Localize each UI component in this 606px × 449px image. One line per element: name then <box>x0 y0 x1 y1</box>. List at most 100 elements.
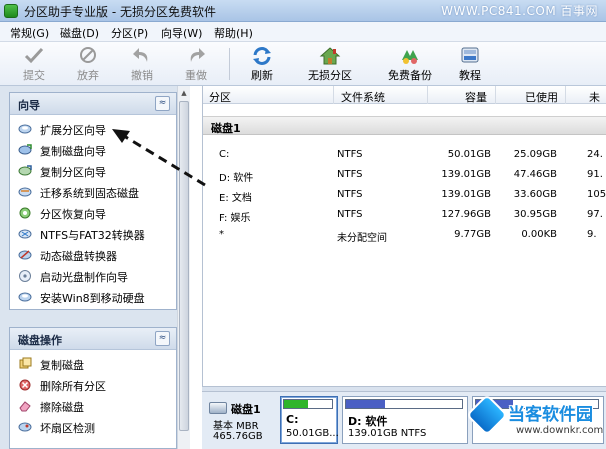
cell-filesystem: NTFS <box>337 189 363 200</box>
copy-disk-icon <box>19 357 32 369</box>
disk-ops-panel-collapse-button[interactable]: ≈ <box>155 331 170 346</box>
undo-button[interactable]: 撤销 <box>114 44 170 84</box>
partition-size: 139.01GB NTFS <box>348 428 427 439</box>
disk-op-copy-disk[interactable]: 复制磁盘 <box>10 353 176 374</box>
site-watermark: WWW.PC841.COM 百事网 <box>441 4 598 18</box>
free-backup-button[interactable]: 免费备份 <box>380 44 440 84</box>
brand-url: www.downkr.com <box>516 425 604 436</box>
partition-usage-bar <box>345 399 463 409</box>
menu-help[interactable]: 帮助(H) <box>214 25 253 41</box>
cell-free: 91. <box>587 169 603 180</box>
app-window: 分区助手专业版 - 无损分区免费软件 WWW.PC841.COM 百事网 常规(… <box>0 0 606 449</box>
menu-wizard[interactable]: 向导(W) <box>161 25 202 41</box>
table-row[interactable]: E: 文档 NTFS 139.01GB 33.60GB 105. <box>203 186 606 206</box>
wizard-item-partition-recovery[interactable]: 分区恢复向导 <box>10 202 176 223</box>
cell-used: 0.00KB <box>521 229 557 240</box>
wizard-item-label: 扩展分区向导 <box>40 124 106 137</box>
window-title: 分区助手专业版 - 无损分区免费软件 <box>24 5 216 19</box>
cell-partition: * <box>219 229 224 240</box>
discard-icon <box>80 47 96 63</box>
wizard-item-copy-disk[interactable]: 复制磁盘向导 <box>10 139 176 160</box>
cell-free: 105. <box>587 189 606 200</box>
migrate-icon <box>18 187 32 197</box>
wizard-item-label: 分区恢复向导 <box>40 208 106 221</box>
left-panel-scrollbar[interactable]: ▲ <box>177 86 190 449</box>
cell-partition: F: 娱乐 <box>219 213 251 224</box>
disk-op-label: 删除所有分区 <box>40 380 106 393</box>
cell-capacity: 9.77GB <box>454 229 491 240</box>
cell-partition: D: 软件 <box>219 173 254 184</box>
disk-group-row[interactable]: 磁盘1 <box>203 116 606 135</box>
table-row[interactable]: D: 软件 NTFS 139.01GB 47.46GB 91. <box>203 166 606 186</box>
discard-label: 放弃 <box>77 69 99 82</box>
toolbar-separator <box>229 48 230 80</box>
disk-info[interactable]: 磁盘1 基本 MBR 465.76GB <box>207 398 271 444</box>
wizard-panel-title: 向导 <box>18 99 40 112</box>
wizard-item-label: 安装Win8到移动硬盘 <box>40 292 145 305</box>
free-backup-label: 免费备份 <box>388 69 432 82</box>
col-header-partition[interactable]: 分区 <box>209 89 231 105</box>
copy-partition-icon <box>18 165 32 176</box>
table-row[interactable]: C: NTFS 50.01GB 25.09GB 24. <box>203 146 606 166</box>
brand-name: 当客软件园 <box>508 405 593 425</box>
wizard-item-copy-partition[interactable]: 复制分区向导 <box>10 160 176 181</box>
convert-icon <box>18 229 32 239</box>
partition-block-d[interactable]: D: 软件 139.01GB NTFS <box>342 396 468 444</box>
partition-block-c[interactable]: C: 50.01GB... <box>280 396 339 444</box>
partition-table: 分区 文件系统 容量 已使用 未 磁盘1 C: NTFS 50.01GB 25.… <box>202 86 606 386</box>
hard-disk-icon <box>209 402 227 414</box>
backup-icon <box>402 50 418 64</box>
disk-op-wipe-disk[interactable]: 擦除磁盘 <box>10 395 176 416</box>
cell-capacity: 139.01GB <box>441 169 491 180</box>
disk-op-label: 复制磁盘 <box>40 359 84 372</box>
scroll-up-arrow-icon[interactable]: ▲ <box>178 87 190 100</box>
wizard-item-migrate-ssd[interactable]: 迁移系统到固态磁盘 <box>10 181 176 202</box>
menu-general[interactable]: 常规(G) <box>10 25 49 41</box>
lossless-partition-button[interactable]: 无损分区 <box>300 44 360 84</box>
bad-sector-icon <box>18 422 32 432</box>
cell-partition: E: 文档 <box>219 193 252 204</box>
disk-op-delete-all[interactable]: 删除所有分区 <box>10 374 176 395</box>
redo-button[interactable]: 重做 <box>168 44 224 84</box>
scroll-thumb[interactable] <box>179 101 189 431</box>
usb-drive-icon <box>18 292 32 302</box>
partition-name: C: <box>286 413 299 426</box>
refresh-label: 刷新 <box>251 69 273 82</box>
wizard-item-extend-partition[interactable]: 扩展分区向导 <box>10 118 176 139</box>
disk-group-label: 磁盘1 <box>211 122 241 135</box>
col-header-used[interactable]: 已使用 <box>525 89 558 105</box>
col-header-filesystem[interactable]: 文件系统 <box>341 89 385 105</box>
table-header: 分区 文件系统 容量 已使用 未 <box>203 86 606 104</box>
cell-used: 25.09GB <box>513 149 557 160</box>
toolbar: 提交 放弃 撤销 重做 刷新 无损分区 免费备份 教程 <box>0 42 606 86</box>
left-sidebar: 向导 ≈ 扩展分区向导 复制磁盘向导 复制分区向导 迁移系统到固态磁盘 分区恢复… <box>0 86 184 449</box>
cell-filesystem: NTFS <box>337 169 363 180</box>
eraser-icon <box>19 401 31 412</box>
col-header-free[interactable]: 未 <box>589 89 600 105</box>
disk-op-label: 擦除磁盘 <box>40 401 84 414</box>
disk-ops-panel-title: 磁盘操作 <box>18 334 62 347</box>
table-row[interactable]: * 未分配空间 9.77GB 0.00KB 9. <box>203 226 606 246</box>
wizard-item-dynamic-disk[interactable]: 动态磁盘转换器 <box>10 244 176 265</box>
commit-label: 提交 <box>23 69 45 82</box>
disk-ops-panel-header: 磁盘操作 ≈ <box>10 328 176 350</box>
tutorial-button[interactable]: 教程 <box>442 44 498 84</box>
refresh-button[interactable]: 刷新 <box>234 44 290 84</box>
menu-disk[interactable]: 磁盘(D) <box>60 25 99 41</box>
partition-usage-fill <box>284 400 308 408</box>
wizard-item-ntfs-fat32[interactable]: NTFS与FAT32转换器 <box>10 223 176 244</box>
menu-partition[interactable]: 分区(P) <box>111 25 148 41</box>
cell-partition: C: <box>219 149 230 160</box>
wizard-panel-collapse-button[interactable]: ≈ <box>155 96 170 111</box>
cell-free: 97. <box>587 209 603 220</box>
table-row[interactable]: F: 娱乐 NTFS 127.96GB 30.95GB 97. <box>203 206 606 226</box>
partition-usage-bar <box>283 399 333 409</box>
wizard-item-win8-usb[interactable]: 安装Win8到移动硬盘 <box>10 286 176 307</box>
wizard-item-boot-cd[interactable]: 启动光盘制作向导 <box>10 265 176 286</box>
partition-usage-fill <box>346 400 386 408</box>
disk-op-bad-sector[interactable]: 坏扇区检测 <box>10 416 176 437</box>
col-header-capacity[interactable]: 容量 <box>465 89 487 105</box>
discard-button[interactable]: 放弃 <box>60 44 116 84</box>
commit-button[interactable]: 提交 <box>6 44 62 84</box>
cell-free: 9. <box>587 229 597 240</box>
